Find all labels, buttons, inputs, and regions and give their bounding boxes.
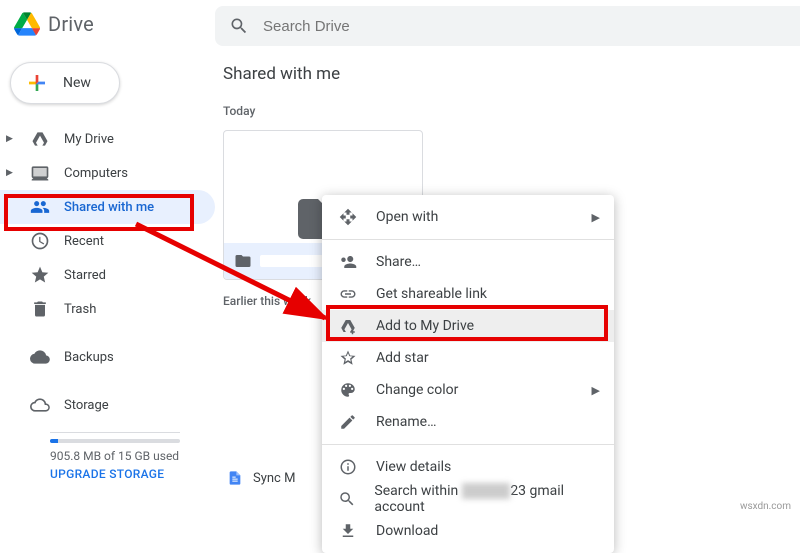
shared-folder-icon — [234, 252, 252, 270]
page-title: Shared with me — [223, 64, 800, 84]
palette-icon — [338, 381, 358, 399]
context-menu: Open with ▶ Share… Get shareable link Ad… — [322, 195, 614, 553]
ctx-label: View details — [376, 459, 451, 475]
share-icon — [338, 253, 358, 271]
chevron-right-icon: ▶ — [592, 384, 600, 397]
ctx-label: Rename… — [376, 414, 436, 430]
section-today: Today — [223, 104, 800, 118]
trash-icon — [28, 299, 52, 319]
logo-area[interactable]: Drive — [0, 12, 215, 36]
ctx-label: Add star — [376, 350, 429, 366]
link-icon — [338, 285, 358, 303]
ctx-label: Share… — [376, 254, 421, 270]
ctx-open-with[interactable]: Open with ▶ — [322, 201, 614, 233]
ctx-rename[interactable]: Rename… — [322, 406, 614, 438]
sidebar-item-computers[interactable]: ▶ Computers — [0, 156, 215, 190]
search-icon — [229, 16, 249, 36]
ctx-get-link[interactable]: Get shareable link — [322, 278, 614, 310]
sidebar-item-shared-with-me[interactable]: ▶ Shared with me — [0, 190, 215, 224]
computer-icon — [28, 163, 52, 183]
clock-icon — [28, 231, 52, 251]
search-input[interactable] — [263, 18, 786, 35]
drive-logo-icon — [14, 12, 40, 36]
sidebar-item-recent[interactable]: Recent — [0, 224, 215, 258]
sidebar-item-label: Starred — [64, 268, 106, 283]
ctx-search-within[interactable]: Search within xxxxxxx23 gmail account — [322, 483, 614, 515]
searchbar[interactable] — [215, 6, 800, 46]
chevron-right-icon: ▶ — [592, 211, 600, 224]
cloud-filled-icon — [28, 347, 52, 367]
upgrade-storage-link[interactable]: UPGRADE STORAGE — [50, 467, 164, 481]
ctx-label: Add to My Drive — [376, 318, 474, 334]
sidebar-item-label: Trash — [64, 302, 96, 317]
ctx-view-details[interactable]: View details — [322, 451, 614, 483]
sidebar-item-backups[interactable]: Backups — [0, 340, 215, 374]
sidebar-item-label: Shared with me — [64, 200, 154, 215]
app-title: Drive — [48, 12, 94, 36]
docs-icon — [227, 468, 243, 488]
storage-block: 905.8 MB of 15 GB used UPGRADE STORAGE — [0, 422, 215, 482]
topbar: Drive — [0, 0, 800, 48]
ctx-add-star[interactable]: Add star — [322, 342, 614, 374]
add-to-drive-icon — [338, 317, 358, 335]
nav: ▶ My Drive ▶ Computers ▶ Shared with me … — [0, 122, 215, 482]
drive-icon — [28, 129, 52, 149]
sidebar-item-label: Computers — [64, 166, 128, 181]
cloud-outline-icon — [28, 395, 52, 415]
plus-icon — [25, 71, 49, 95]
new-button[interactable]: New — [10, 62, 120, 104]
search-icon — [338, 490, 356, 508]
ctx-download[interactable]: Download — [322, 515, 614, 547]
caret-icon: ▶ — [6, 134, 16, 144]
caret-icon: ▶ — [6, 168, 16, 178]
sidebar-item-my-drive[interactable]: ▶ My Drive — [0, 122, 215, 156]
new-button-label: New — [63, 75, 91, 91]
ctx-label: Search within xxxxxxx23 gmail account — [374, 483, 598, 515]
sidebar-item-label: My Drive — [64, 132, 114, 147]
info-icon — [338, 458, 358, 476]
ctx-share[interactable]: Share… — [322, 246, 614, 278]
file-name: Sync M — [253, 471, 295, 486]
sidebar-item-trash[interactable]: Trash — [0, 292, 215, 326]
sidebar-item-label: Recent — [64, 234, 104, 249]
star-outline-icon — [338, 349, 358, 367]
ctx-label: Download — [376, 523, 438, 539]
ctx-label: Open with — [376, 209, 438, 225]
ctx-add-to-drive[interactable]: Add to My Drive — [322, 310, 614, 342]
sidebar-item-label: Backups — [64, 350, 114, 365]
rename-icon — [338, 413, 358, 431]
ctx-change-color[interactable]: Change color ▶ — [322, 374, 614, 406]
ctx-label: Change color — [376, 382, 458, 398]
sidebar-item-storage[interactable]: Storage — [0, 388, 215, 422]
storage-text: 905.8 MB of 15 GB used — [50, 449, 215, 463]
sidebar: New ▶ My Drive ▶ Computers ▶ Shared with… — [0, 48, 215, 516]
open-with-icon — [338, 208, 358, 226]
ctx-label: Get shareable link — [376, 286, 487, 302]
sidebar-item-starred[interactable]: Starred — [0, 258, 215, 292]
star-icon — [28, 265, 52, 285]
people-icon — [28, 197, 52, 217]
storage-bar — [50, 439, 180, 443]
download-icon — [338, 522, 358, 540]
watermark: wsxdn.com — [737, 500, 794, 513]
sidebar-item-label: Storage — [64, 398, 109, 413]
